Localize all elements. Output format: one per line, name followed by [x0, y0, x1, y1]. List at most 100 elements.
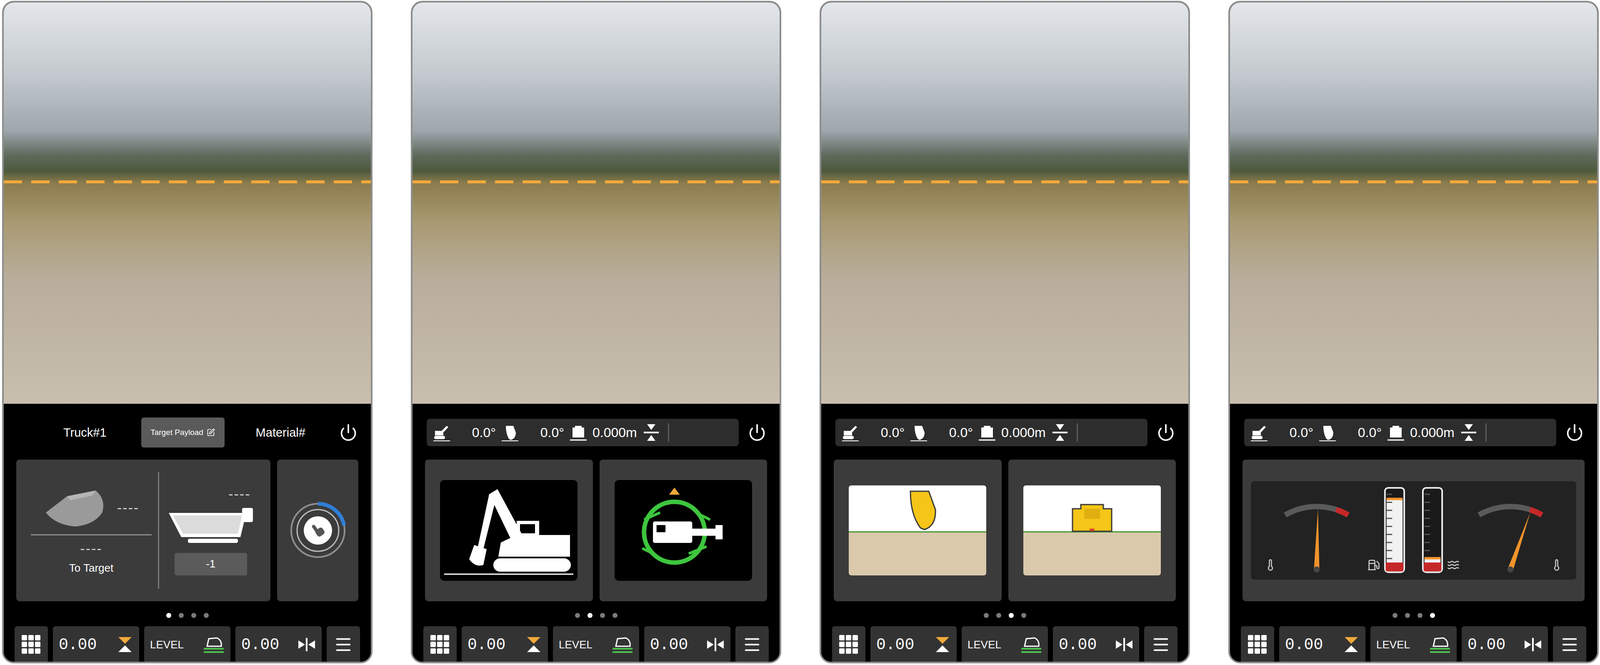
reading-value: 0.0° [524, 425, 565, 441]
bucket-side-card [833, 459, 1002, 602]
material-label[interactable]: Material# [231, 425, 331, 440]
level-bucket-icon [1429, 635, 1451, 654]
bucket-front-scene [1023, 485, 1161, 576]
level-bucket-icon [202, 635, 225, 654]
menu-button[interactable] [1144, 626, 1178, 663]
to-target-label: To Target [69, 561, 114, 575]
offset-box[interactable]: 0.00 [644, 626, 731, 663]
elevation-value: 0.00 [467, 635, 506, 654]
elevation-icon [525, 635, 543, 654]
mode-label: LEVEL [558, 638, 593, 652]
phone-screen: Truck#1Target PayloadMaterial#--------To… [2, 0, 373, 664]
dial-gauge [1472, 492, 1548, 575]
menu-button[interactable] [1552, 626, 1587, 663]
page-dot[interactable] [983, 612, 989, 618]
page-indicator [423, 612, 769, 618]
edit-icon [206, 428, 215, 437]
grade-line [821, 180, 1189, 184]
progress-card[interactable] [277, 459, 359, 602]
page-indicator [1240, 612, 1587, 618]
control-panel: 0.0°0.0°0.000m 0.00LEVEL0.00 [821, 403, 1189, 663]
apps-button[interactable] [423, 626, 457, 663]
page-dot[interactable] [191, 612, 197, 618]
offset-icon [1115, 636, 1134, 653]
bucket-icon [43, 486, 109, 530]
camera-view [821, 2, 1189, 404]
offset-box[interactable]: 0.00 [1052, 626, 1140, 663]
elevation-box[interactable]: 0.00 [1279, 626, 1366, 663]
menu-icon [742, 635, 762, 655]
fuel-icon [1367, 558, 1380, 572]
payload-card: --------To Target-----1 [16, 459, 271, 602]
page-dot[interactable] [1417, 612, 1423, 618]
power-button[interactable] [1562, 420, 1587, 445]
bucket-side-scene [848, 485, 987, 576]
oil-temperature-icon [1264, 558, 1277, 572]
page-dot[interactable] [612, 612, 618, 618]
offset-value: 0.00 [1467, 635, 1506, 654]
offset-icon [297, 636, 316, 653]
screens-page: Truck#1Target PayloadMaterial#--------To… [0, 0, 1600, 665]
page-dot[interactable] [203, 612, 209, 618]
truck-count-button[interactable]: -1 [174, 552, 248, 576]
truck-section: -----1 [159, 467, 263, 593]
truck-label[interactable]: Truck#1 [35, 425, 135, 440]
page-dot[interactable] [1430, 612, 1435, 618]
power-button[interactable] [336, 420, 360, 445]
offset-value: 0.00 [241, 635, 280, 654]
bucket-front-icon [1023, 485, 1161, 576]
mode-box[interactable]: LEVEL [961, 626, 1048, 663]
readings-row: 0.0°0.0°0.000m [832, 417, 1178, 448]
excavator-side-icon [440, 480, 578, 581]
bucket-angle-icon [1318, 423, 1337, 442]
offset-box[interactable]: 0.00 [235, 626, 322, 663]
reading-value: 0.0° [455, 425, 496, 441]
apps-button[interactable] [832, 626, 866, 663]
bottom-bar: 0.00LEVEL0.00 [1240, 626, 1587, 663]
page-dot[interactable] [600, 612, 605, 618]
mode-box[interactable]: LEVEL [144, 626, 231, 663]
bucket-height-icon [569, 423, 588, 442]
elevation-box[interactable]: 0.00 [52, 626, 140, 663]
level-bar-gauge [1420, 486, 1445, 575]
excavator-top-view-icon [620, 484, 746, 577]
dial-gauge [1279, 492, 1355, 575]
page-dot[interactable] [1392, 612, 1398, 618]
bucket-height-icon [977, 423, 997, 442]
apps-button[interactable] [14, 626, 48, 663]
elevation-box[interactable]: 0.00 [870, 626, 957, 663]
bucket-angle-icon [909, 423, 928, 442]
to-target-value: ---- [80, 540, 103, 557]
page-dot[interactable] [587, 612, 593, 618]
page-dot[interactable] [178, 612, 184, 618]
mode-box[interactable]: LEVEL [1370, 626, 1457, 663]
page-dot[interactable] [1008, 612, 1014, 618]
phone-screen: 0.0°0.0°0.000m0.00LEVEL0.00 [410, 0, 782, 664]
gauge-unit [1367, 486, 1407, 575]
power-icon [339, 423, 358, 442]
page-dot[interactable] [1021, 612, 1027, 618]
vertical-offset-icon [642, 423, 661, 442]
readings-row: 0.0°0.0°0.000m [423, 417, 769, 448]
target-payload-button[interactable]: Target Payload [141, 417, 225, 448]
menu-button[interactable] [326, 626, 360, 663]
offset-box[interactable]: 0.00 [1461, 626, 1548, 663]
page-dot[interactable] [166, 612, 172, 618]
power-button[interactable] [1154, 420, 1178, 445]
power-button[interactable] [745, 420, 769, 445]
reading-value: 0.0° [1273, 425, 1314, 441]
camera-view [412, 2, 780, 404]
offset-icon [706, 636, 725, 653]
bucket-angle-icon [500, 423, 520, 442]
card-row [423, 459, 769, 602]
apps-button[interactable] [1240, 626, 1275, 663]
camera-view [1230, 2, 1598, 404]
page-dot[interactable] [1405, 612, 1410, 618]
page-dot[interactable] [575, 612, 580, 618]
gauge-unit [1264, 492, 1355, 575]
page-dot[interactable] [996, 612, 1002, 618]
elevation-box[interactable]: 0.00 [461, 626, 548, 663]
menu-button[interactable] [735, 626, 769, 663]
control-panel: Truck#1Target PayloadMaterial#--------To… [3, 403, 371, 663]
mode-box[interactable]: LEVEL [552, 626, 640, 663]
